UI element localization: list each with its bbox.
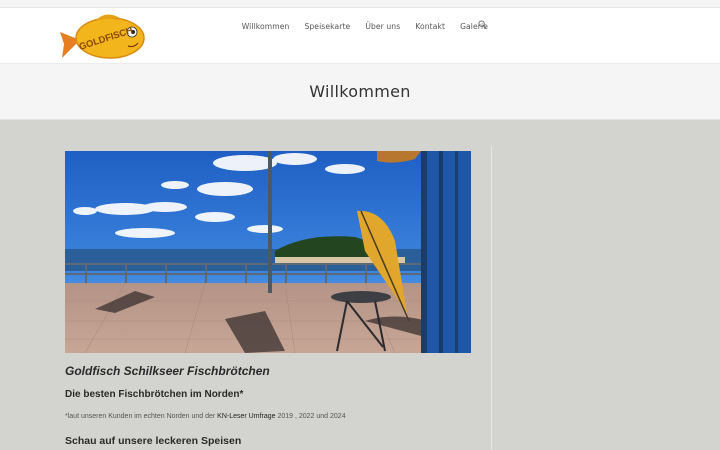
search-icon[interactable] (478, 20, 487, 29)
section-heading: Schau auf unsere leckeren Speisen (65, 435, 242, 447)
nav-willkommen[interactable]: Willkommen (242, 22, 290, 31)
nav-speisekarte[interactable]: Speisekarte (304, 22, 350, 31)
top-strip (0, 0, 720, 8)
post-title: Goldfisch Schilkseer Fischbrötchen (65, 364, 270, 378)
sidebar-divider (491, 146, 492, 450)
site-header: GOLDFISCH Willkommen Speisekarte Über un… (0, 8, 720, 63)
kn-umfrage-link[interactable]: KN-Leser Umfrage (217, 413, 275, 420)
footnote-prefix: *laut unseren Kunden im echten Norden un… (65, 413, 218, 420)
main-nav: Willkommen Speisekarte Über uns Kontakt … (242, 8, 488, 44)
nav-ueber-uns[interactable]: Über uns (365, 22, 400, 31)
page-title-band: Willkommen (0, 63, 720, 120)
post-footnote: *laut unseren Kunden im echten Norden un… (65, 413, 346, 420)
page-title: Willkommen (309, 82, 411, 101)
post-subtitle: Die besten Fischbrötchen im Norden* (65, 389, 244, 400)
nav-kontakt[interactable]: Kontakt (415, 22, 445, 31)
footnote-suffix: 2019 , 2022 und 2024 (275, 413, 346, 420)
hero-image (65, 151, 471, 353)
goldfisch-logo[interactable]: GOLDFISCH (58, 10, 148, 62)
